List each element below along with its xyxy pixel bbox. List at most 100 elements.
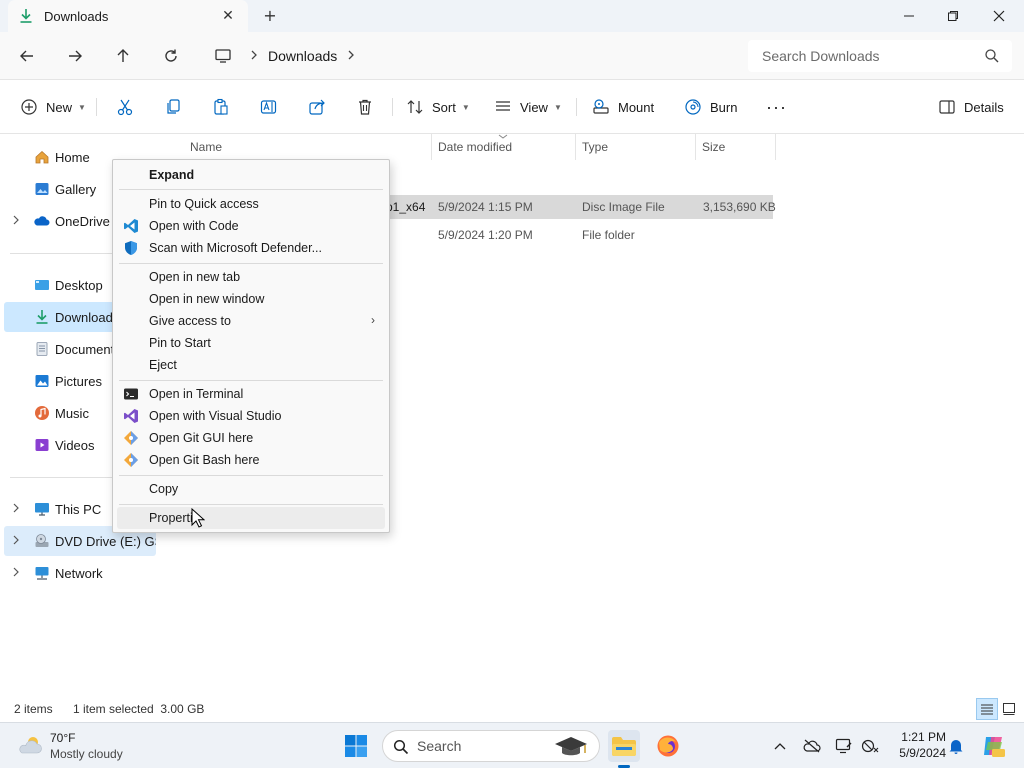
graduation-cap-icon xyxy=(555,737,587,756)
share-button[interactable] xyxy=(308,95,326,119)
column-header-name[interactable]: Name xyxy=(184,134,432,160)
context-menu: Expand Pin to Quick access Open with Cod… xyxy=(112,159,390,533)
tab-downloads[interactable]: Downloads ✕ xyxy=(8,0,248,32)
search-input[interactable] xyxy=(762,48,972,64)
mount-button[interactable]: Mount xyxy=(592,95,654,119)
menu-item-open-in-terminal[interactable]: Open in Terminal xyxy=(117,383,385,405)
close-tab-icon[interactable]: ✕ xyxy=(220,8,236,24)
menu-item-open-git-gui-here[interactable]: Open Git GUI here xyxy=(117,427,385,449)
column-header-type[interactable]: Type xyxy=(576,134,696,160)
new-button[interactable]: New ▼ xyxy=(20,95,86,119)
network-tray-button[interactable] xyxy=(860,736,880,756)
menu-item-expand[interactable]: Expand xyxy=(117,164,385,186)
view-button[interactable]: View ▼ xyxy=(494,95,562,119)
clock-date: 5/9/2024 xyxy=(899,746,946,760)
details-pane-icon xyxy=(939,100,955,114)
file-explorer-taskbar-button[interactable] xyxy=(608,730,640,768)
menu-item-pin-to-quick-access[interactable]: Pin to Quick access xyxy=(117,193,385,215)
breadcrumb-chevron-icon[interactable] xyxy=(347,49,355,63)
cut-button[interactable] xyxy=(116,95,134,119)
command-bar: New ▼ Sort ▼ View ▼ Mount Burn ··· Detai… xyxy=(0,80,1024,134)
copilot-button[interactable] xyxy=(980,733,1006,759)
trash-icon xyxy=(359,99,371,115)
more-options-button[interactable]: ··· xyxy=(766,95,787,119)
paste-button[interactable] xyxy=(212,95,230,119)
menu-item-open-in-new-window[interactable]: Open in new window xyxy=(117,288,385,310)
burn-button[interactable]: Burn xyxy=(684,95,737,119)
details-pane-button[interactable]: Details xyxy=(938,95,1004,119)
sidebar-item-network[interactable]: Network xyxy=(4,558,156,588)
tab-title: Downloads xyxy=(44,8,109,24)
breadcrumb-chevron-icon xyxy=(250,49,258,63)
dvd-drive-icon xyxy=(35,534,49,547)
menu-item-open-with-visual-studio[interactable]: Open with Visual Studio xyxy=(117,405,385,427)
terminal-icon xyxy=(124,388,138,400)
onedrive-tray-button[interactable] xyxy=(802,736,822,756)
tiles-view-button[interactable] xyxy=(998,698,1020,720)
disc-burn-icon xyxy=(685,99,701,115)
start-button[interactable] xyxy=(340,730,372,762)
details-view-button[interactable] xyxy=(976,698,998,720)
system-clock[interactable]: 1:21 PM 5/9/2024 xyxy=(886,729,946,761)
menu-item-eject[interactable]: Eject xyxy=(117,354,385,376)
desktop-icon xyxy=(35,280,49,290)
minimize-button[interactable] xyxy=(886,0,932,32)
maximize-button[interactable] xyxy=(930,0,976,32)
address-bar[interactable]: Downloads xyxy=(200,40,740,72)
menu-item-copy[interactable]: Copy xyxy=(117,478,385,500)
menu-item-properties[interactable]: Properti xyxy=(117,507,385,529)
menu-item-pin-to-start[interactable]: Pin to Start xyxy=(117,332,385,354)
close-window-button[interactable] xyxy=(976,0,1022,32)
forward-button[interactable] xyxy=(63,44,87,68)
network-icon xyxy=(35,567,49,580)
back-button[interactable] xyxy=(15,44,39,68)
minimize-icon xyxy=(904,15,914,17)
search-box[interactable] xyxy=(748,40,1012,72)
delete-button[interactable] xyxy=(356,95,374,119)
close-icon xyxy=(993,10,1005,22)
item-count: 2 items xyxy=(14,702,53,716)
chevron-right-icon[interactable] xyxy=(12,503,22,515)
weather-description: Mostly cloudy xyxy=(50,747,123,761)
download-icon xyxy=(20,9,32,23)
copy-button[interactable] xyxy=(164,95,182,119)
copilot-icon xyxy=(984,737,1005,757)
notifications-button[interactable] xyxy=(946,736,966,756)
arrow-up-icon xyxy=(117,49,129,62)
new-tab-button[interactable]: + xyxy=(262,8,278,24)
toolbar-divider xyxy=(576,98,577,116)
rename-button[interactable] xyxy=(260,95,278,119)
search-icon xyxy=(985,49,999,63)
sort-icon xyxy=(407,100,423,114)
column-header-size[interactable]: Size xyxy=(696,134,776,160)
menu-divider xyxy=(119,504,383,505)
taskbar-search[interactable]: Search xyxy=(382,730,600,762)
clock-time: 1:21 PM xyxy=(901,730,946,744)
visual-studio-icon xyxy=(124,409,138,423)
chevron-right-icon[interactable] xyxy=(12,215,22,227)
sort-button[interactable]: Sort ▼ xyxy=(406,95,470,119)
firefox-taskbar-button[interactable] xyxy=(652,730,684,762)
git-gui-icon xyxy=(124,431,138,445)
videos-icon xyxy=(35,439,49,451)
menu-item-scan-with-defender[interactable]: Scan with Microsoft Defender... xyxy=(117,237,385,259)
breadcrumb-downloads[interactable]: Downloads xyxy=(268,48,337,64)
up-button[interactable] xyxy=(111,44,135,68)
menu-item-open-with-code[interactable]: Open with Code xyxy=(117,215,385,237)
windows-logo-icon xyxy=(345,735,367,757)
chevron-right-icon[interactable] xyxy=(12,535,22,547)
menu-item-give-access-to[interactable]: Give access to › xyxy=(117,310,385,332)
refresh-button[interactable] xyxy=(159,44,183,68)
restore-icon xyxy=(948,11,958,21)
show-hidden-icons-button[interactable] xyxy=(770,736,790,756)
chevron-right-icon[interactable] xyxy=(12,567,22,579)
menu-divider xyxy=(119,380,383,381)
view-list-icon xyxy=(496,101,510,111)
network-disconnected-icon xyxy=(861,739,879,753)
menu-item-open-in-new-tab[interactable]: Open in new tab xyxy=(117,266,385,288)
monitor-edit-icon xyxy=(835,738,852,754)
display-tray-button[interactable] xyxy=(834,736,854,756)
menu-item-open-git-bash-here[interactable]: Open Git Bash here xyxy=(117,449,385,471)
copy-icon xyxy=(167,99,180,114)
tiles-view-icon xyxy=(1003,703,1015,715)
